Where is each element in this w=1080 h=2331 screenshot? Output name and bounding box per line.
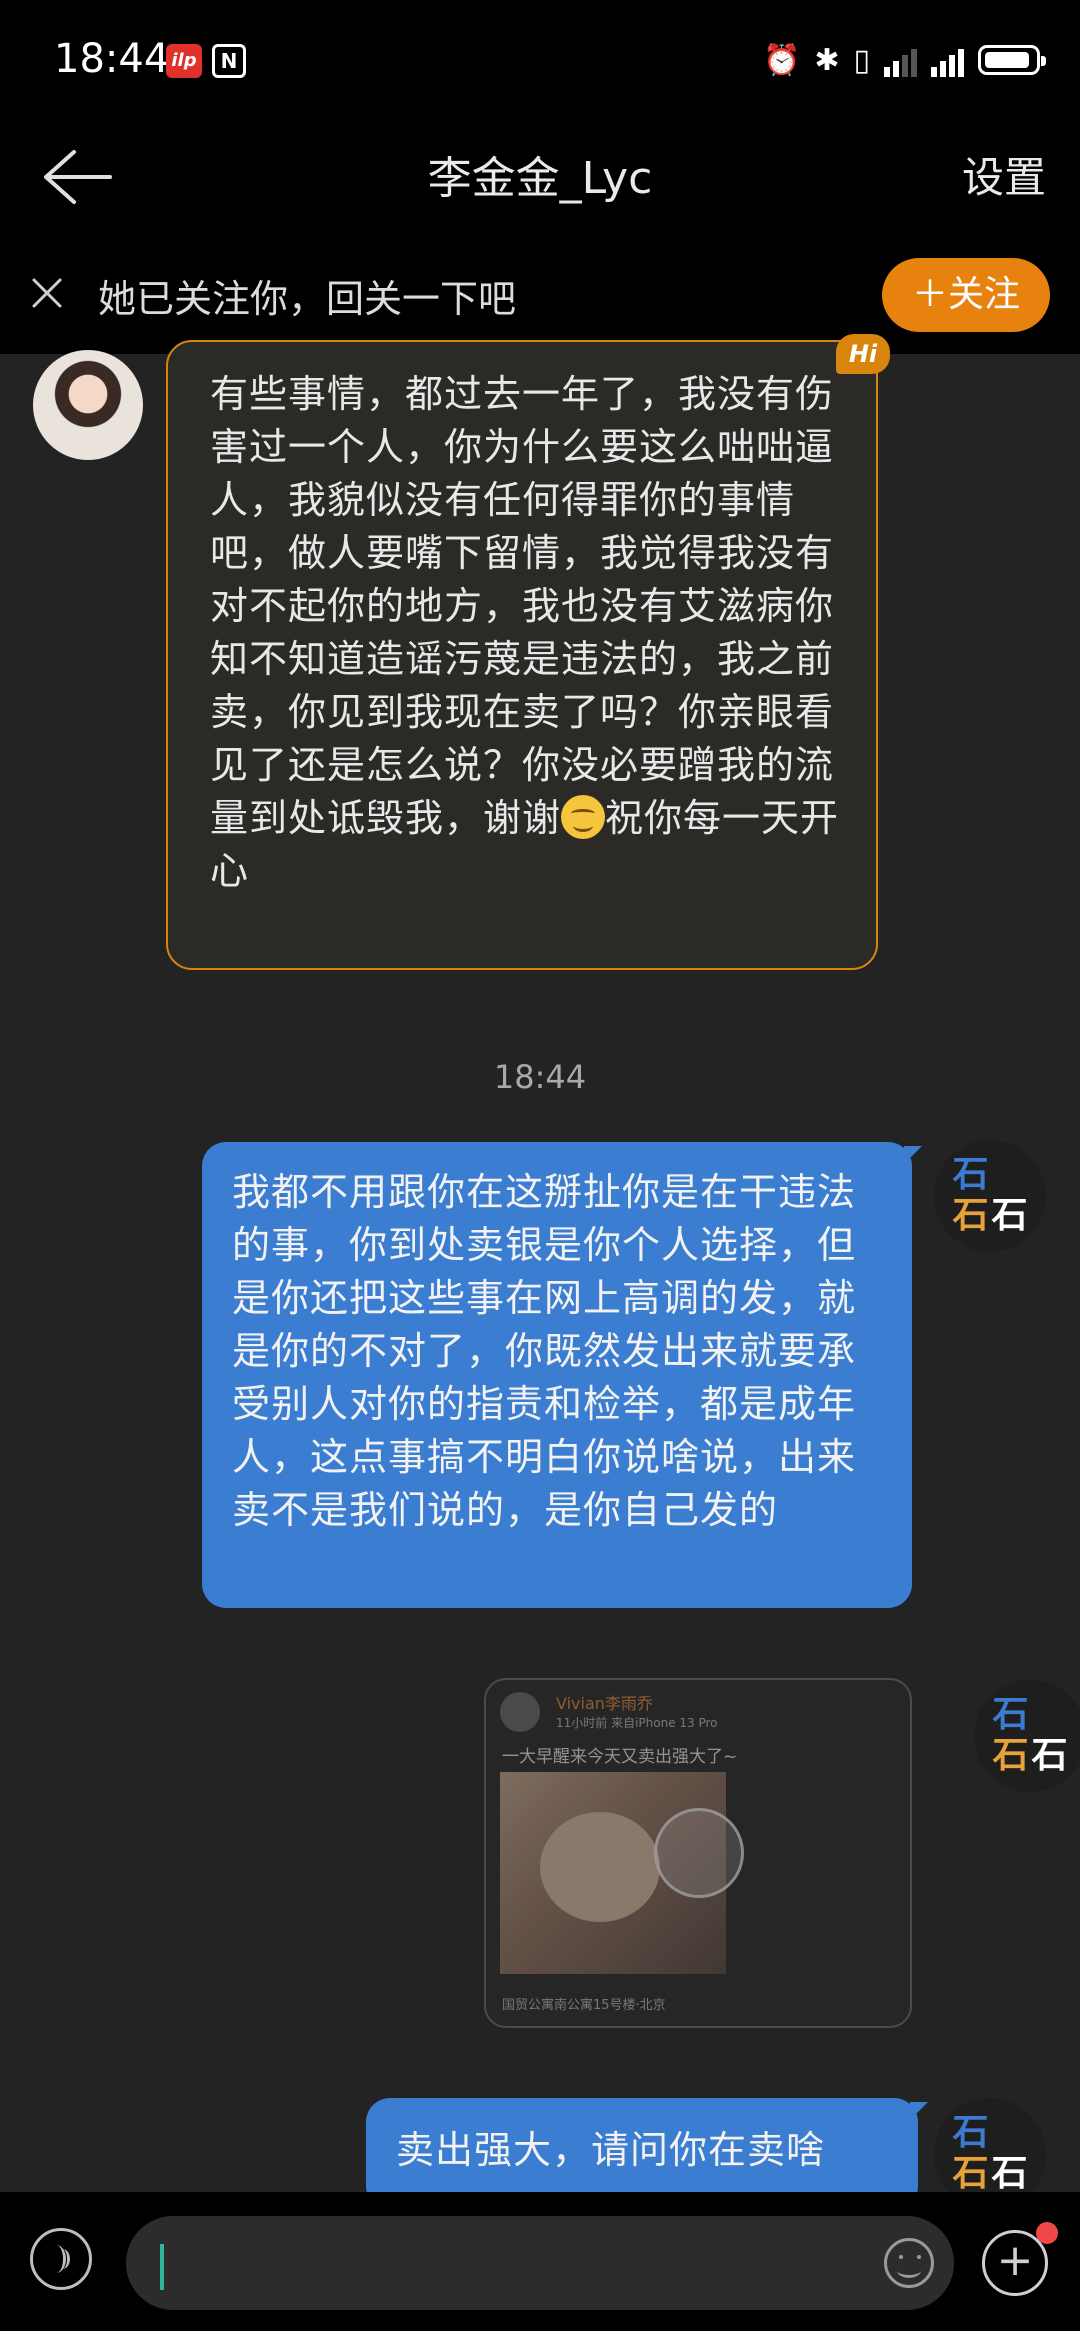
smiling-emoji-icon: [561, 795, 606, 839]
incoming-message-bubble[interactable]: Hi 有些事情，都过去一年了，我没有伤害过一个人，你为什么要这么咄咄逼人，我貌似…: [166, 334, 890, 970]
incoming-message-body: 有些事情，都过去一年了，我没有伤害过一个人，你为什么要这么咄咄逼人，我貌似没有任…: [210, 372, 835, 840]
avatar-logo: 石 石石: [952, 1154, 1028, 1236]
message-timestamp: 18:44: [493, 1058, 587, 1096]
avatar-logo: 石 石石: [952, 2112, 1028, 2194]
avatar-logo: 石 石石: [992, 1694, 1068, 1776]
status-bar: 18:44 ilp N ⏰ ✱ ▯: [0, 0, 1080, 120]
message-input[interactable]: [126, 2216, 954, 2310]
vibrate-icon: ▯: [853, 42, 870, 78]
chat-title: 李金金_Lyc: [427, 153, 653, 204]
signal-icon-sim2: [931, 43, 964, 77]
close-icon[interactable]: [30, 276, 64, 310]
signal-icon-sim1: [884, 43, 917, 77]
status-time: 18:44: [54, 36, 170, 82]
input-bar: +: [0, 2192, 1080, 2331]
shared-post-author: Vivian李雨乔: [556, 1694, 653, 1713]
my-avatar[interactable]: 石 石石: [934, 1140, 1046, 1252]
follow-button[interactable]: ＋关注: [882, 258, 1050, 332]
voice-input-icon[interactable]: [30, 2228, 92, 2290]
outgoing-message-bubble[interactable]: 我都不用跟你在这掰扯你是在干违法的事，你到处卖银是你个人选择，但是你还把这些事在…: [202, 1142, 912, 1608]
shared-post-card[interactable]: Vivian李雨乔 11小时前 来自iPhone 13 Pro 一大早醒来今天又…: [484, 1678, 912, 2028]
text-cursor: [160, 2244, 164, 2290]
bubble-tail: [904, 1146, 922, 1164]
emoji-picker-icon[interactable]: [884, 2238, 934, 2288]
shared-post-location: 国贸公寓南公寓15号楼·北京: [502, 1998, 666, 2013]
settings-button[interactable]: 设置: [962, 144, 1046, 205]
follow-banner-text: 她已关注你，回关一下吧: [98, 277, 517, 321]
follow-banner: 她已关注你，回关一下吧 ＋关注: [0, 232, 1080, 354]
my-avatar[interactable]: 石 石石: [974, 1680, 1080, 1792]
battery-icon: [978, 45, 1046, 75]
play-icon[interactable]: [654, 1808, 744, 1898]
status-icons: ⏰ ✱ ▯: [762, 40, 1046, 80]
incoming-message-text: 有些事情，都过去一年了，我没有伤害过一个人，你为什么要这么咄咄逼人，我貌似没有任…: [210, 368, 850, 898]
shared-post-meta: 11小时前 来自iPhone 13 Pro: [556, 1716, 718, 1730]
outgoing-message-text: 我都不用跟你在这掰扯你是在干违法的事，你到处卖银是你个人选择，但是你还把这些事在…: [232, 1170, 857, 1532]
chat-header: 李金金_Lyc 设置: [0, 120, 1080, 232]
alarm-icon: ⏰: [762, 42, 801, 78]
shared-post-avatar: [500, 1692, 540, 1732]
shared-post-caption: 一大早醒来今天又卖出强大了~: [502, 1747, 738, 1767]
contact-avatar[interactable]: [33, 350, 143, 460]
outgoing-message-text: 卖出强大，请问你在卖啥: [396, 2128, 826, 2172]
notification-dot: [1036, 2222, 1058, 2244]
nfc-icon: N: [212, 44, 246, 78]
app-notification-icon: ilp: [166, 44, 202, 78]
bluetooth-icon: ✱: [814, 42, 840, 78]
bubble-tail: [910, 2102, 928, 2120]
